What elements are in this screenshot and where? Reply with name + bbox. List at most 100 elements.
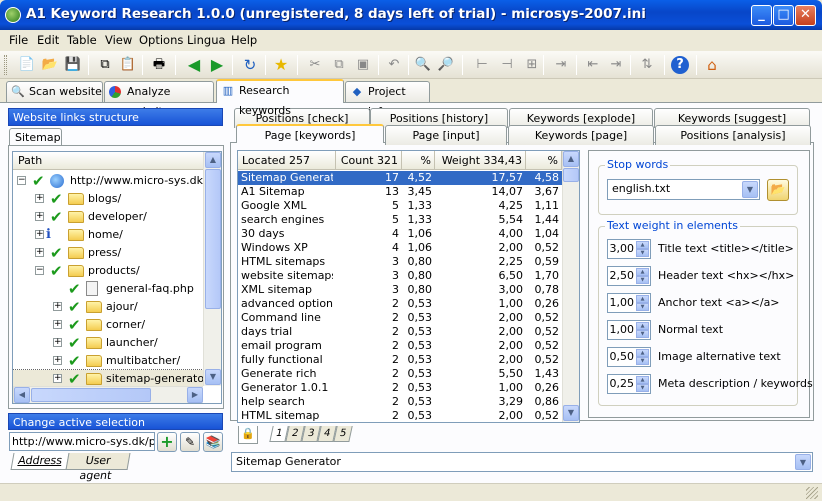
- checkmark-icon[interactable]: ✔: [50, 262, 63, 280]
- lock-icon[interactable]: 🔒: [238, 426, 258, 444]
- spin-up-icon[interactable]: ▲: [636, 349, 649, 357]
- table-row[interactable]: advanced options 2 0,53 1,00 0,26: [238, 297, 562, 311]
- checkmark-icon[interactable]: ✔: [68, 280, 81, 298]
- toolbar-grip[interactable]: [4, 55, 7, 75]
- website-tree[interactable]: Path ▲ ▼ ◀ ▶ − ✔ http://www.micro-sys.dk/+…: [12, 151, 222, 404]
- expand-icon[interactable]: +: [35, 212, 44, 221]
- resize-grip-icon[interactable]: [806, 487, 818, 499]
- tree-node[interactable]: + ✔ ajour/: [13, 298, 203, 316]
- expand-icon[interactable]: +: [53, 302, 62, 311]
- table-row[interactable]: XML sitemap 3 0,80 3,00 0,78: [238, 283, 562, 297]
- checkmark-icon[interactable]: ✔: [68, 334, 81, 352]
- tree-node[interactable]: + ✔ press/: [13, 244, 203, 262]
- spin-up-icon[interactable]: ▲: [636, 322, 649, 330]
- table-vertical-scrollbar[interactable]: ▲ ▼: [562, 151, 579, 422]
- cut-icon[interactable]: ✂: [305, 55, 325, 75]
- table-row[interactable]: fully functional 2 0,53 2,00 0,52: [238, 353, 562, 367]
- checkmark-icon[interactable]: ✔: [68, 298, 81, 316]
- open-stop-words-icon[interactable]: 📂: [767, 179, 789, 201]
- checkmark-icon[interactable]: ✔: [50, 244, 63, 262]
- menu-view[interactable]: View: [105, 33, 132, 47]
- weight-spinner[interactable]: 1,00 ▲ ▼: [607, 320, 651, 340]
- column-header-count-percent[interactable]: %: [402, 151, 435, 170]
- maximize-button[interactable]: □: [773, 5, 794, 26]
- menu-edit[interactable]: Edit: [37, 33, 59, 47]
- expand-icon[interactable]: +: [35, 248, 44, 257]
- tree-vertical-scrollbar[interactable]: ▲ ▼: [203, 152, 221, 386]
- spin-down-icon[interactable]: ▼: [636, 384, 649, 392]
- paste-icon[interactable]: ▣: [353, 55, 373, 75]
- menu-table[interactable]: Table: [67, 33, 97, 47]
- spin-down-icon[interactable]: ▼: [636, 249, 649, 257]
- checkmark-icon[interactable]: ✔: [50, 190, 63, 208]
- scroll-thumb[interactable]: [563, 168, 579, 182]
- info-icon[interactable]: ℹ: [46, 226, 51, 244]
- tree-node[interactable]: + ✔ multibatcher/: [13, 352, 203, 370]
- close-button[interactable]: ✕: [795, 5, 816, 26]
- sort-icon[interactable]: ⇅: [637, 55, 657, 75]
- weight-spinner[interactable]: 0,25 ▲ ▼: [607, 374, 651, 394]
- copy-icon[interactable]: ⧉: [329, 55, 349, 75]
- add-icon[interactable]: +: [157, 432, 177, 452]
- menu-help[interactable]: Help: [231, 33, 257, 47]
- tab-address[interactable]: Address: [10, 453, 70, 470]
- table-row[interactable]: 30 days 4 1,06 4,00 1,04: [238, 227, 562, 241]
- tab-scan-website[interactable]: 🔍 Scan website: [6, 81, 103, 102]
- checkmark-icon[interactable]: ✔: [50, 208, 63, 226]
- tree-horizontal-scrollbar[interactable]: ◀ ▶: [13, 386, 203, 403]
- help-icon[interactable]: ?: [671, 56, 689, 74]
- copy-project-icon[interactable]: ⧉: [95, 55, 115, 75]
- forward-icon[interactable]: ▶: [207, 55, 227, 75]
- tree-collapse-icon[interactable]: ⊢: [472, 55, 492, 75]
- column-header-weight-percent[interactable]: %: [526, 151, 562, 170]
- table-row[interactable]: A1 Sitemap 13 3,45 14,07 3,67: [238, 185, 562, 199]
- column-header-count[interactable]: Count 321: [336, 151, 402, 170]
- tree-node[interactable]: ✔ general-faq.php: [13, 280, 203, 298]
- find-next-icon[interactable]: 🔎: [436, 55, 456, 75]
- tree-expand-icon[interactable]: ⊣: [497, 55, 517, 75]
- home-icon[interactable]: ⌂: [702, 55, 722, 75]
- checkmark-icon[interactable]: ✔: [68, 352, 81, 370]
- checkmark-icon[interactable]: ✔: [68, 316, 81, 334]
- tab-project-info[interactable]: ◆ Project info: [345, 81, 430, 118]
- menu-file[interactable]: File: [9, 33, 28, 47]
- scroll-up-icon[interactable]: ▲: [563, 151, 579, 167]
- subtab-keywords-page[interactable]: Keywords [page]: [508, 125, 654, 145]
- checkmark-icon[interactable]: ✔: [32, 172, 45, 190]
- scroll-thumb[interactable]: [205, 169, 221, 309]
- tab-analyze-website[interactable]: Analyze website: [104, 81, 214, 118]
- scroll-thumb[interactable]: [31, 388, 151, 402]
- stop-words-select[interactable]: english.txt ▼: [607, 179, 760, 200]
- expand-icon[interactable]: +: [53, 356, 62, 365]
- scroll-down-icon[interactable]: ▼: [205, 369, 221, 385]
- weight-spinner[interactable]: 3,00 ▲ ▼: [607, 239, 651, 259]
- tree-node[interactable]: − ✔ products/: [13, 262, 203, 280]
- table-row[interactable]: help search 2 0,53 3,29 0,86: [238, 395, 562, 409]
- spin-down-icon[interactable]: ▼: [636, 357, 649, 365]
- indent-icon[interactable]: ⇤: [583, 55, 603, 75]
- table-row[interactable]: Windows XP 4 1,06 2,00 0,52: [238, 241, 562, 255]
- table-row[interactable]: Google XML 5 1,33 4,25 1,11: [238, 199, 562, 213]
- spin-down-icon[interactable]: ▼: [636, 276, 649, 284]
- menu-lingua[interactable]: Lingua: [187, 33, 226, 47]
- table-row[interactable]: email program 2 0,53 2,00 0,52: [238, 339, 562, 353]
- table-row[interactable]: HTML sitemap 2 0,53 2,00 0,52: [238, 409, 562, 422]
- new-file-icon[interactable]: 📄: [17, 55, 37, 75]
- scroll-down-icon[interactable]: ▼: [563, 405, 579, 421]
- tree-level-icon[interactable]: ⊞: [522, 55, 542, 75]
- spin-up-icon[interactable]: ▲: [636, 376, 649, 384]
- refresh-icon[interactable]: ↻: [240, 55, 260, 75]
- scroll-left-icon[interactable]: ◀: [14, 387, 30, 403]
- tree-node[interactable]: + ✔ corner/: [13, 316, 203, 334]
- scroll-up-icon[interactable]: ▲: [205, 152, 221, 168]
- back-icon[interactable]: ◀: [184, 55, 204, 75]
- favorite-star-icon[interactable]: ★: [271, 55, 291, 75]
- scroll-right-icon[interactable]: ▶: [187, 387, 203, 403]
- tree-node[interactable]: − ✔ http://www.micro-sys.dk/: [13, 172, 203, 190]
- expand-icon[interactable]: +: [35, 230, 44, 239]
- table-row[interactable]: Generate rich 2 0,53 5,50 1,43: [238, 367, 562, 381]
- keywords-table[interactable]: Located 257 Count 321 % Weight 334,43 % …: [237, 150, 580, 423]
- expand-icon[interactable]: +: [53, 320, 62, 329]
- paste-project-icon[interactable]: 📋: [118, 55, 138, 75]
- table-row[interactable]: days trial 2 0,53 2,00 0,52: [238, 325, 562, 339]
